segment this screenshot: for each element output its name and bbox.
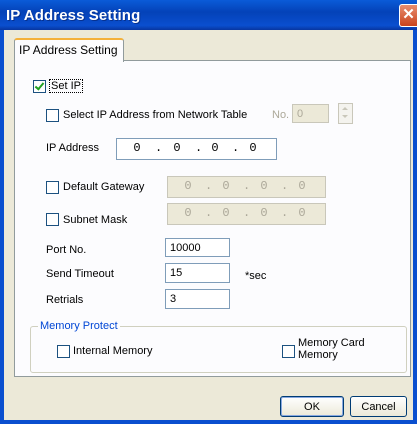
subnet-octet-1: 0 — [184, 206, 192, 220]
window-frame-bottom — [0, 420, 417, 424]
ip-octet-3: 0 — [211, 141, 219, 155]
tab-ip-address-setting[interactable]: IP Address Setting — [14, 38, 124, 62]
default-gateway-field[interactable]: 0 . 0 . 0 . 0 — [167, 176, 326, 198]
network-table-label: Select IP Address from Network Table — [63, 109, 248, 121]
gateway-octet-3: 0 — [260, 179, 268, 193]
gateway-octet-4: 0 — [298, 179, 306, 193]
port-input[interactable]: 10000 — [165, 238, 230, 257]
ip-octet-1: 0 — [133, 141, 141, 155]
internal-memory-label: Internal Memory — [73, 345, 153, 357]
close-icon[interactable]: ✕ — [399, 4, 417, 27]
subnet-octet-3: 0 — [260, 206, 268, 220]
port-label: Port No. — [46, 244, 87, 256]
internal-memory-checkbox[interactable] — [57, 345, 70, 358]
set-ip-label: Set IP — [49, 79, 83, 93]
spinner-up-icon[interactable] — [342, 107, 348, 110]
window-frame-right — [413, 30, 417, 424]
network-table-checkbox[interactable] — [46, 109, 59, 122]
subnet-mask-label: Subnet Mask — [63, 214, 128, 226]
subnet-mask-field[interactable]: 0 . 0 . 0 . 0 — [167, 203, 326, 225]
ip-address-label: IP Address — [46, 142, 99, 154]
default-gateway-checkbox[interactable] — [46, 181, 59, 194]
spinner-down-icon[interactable] — [342, 115, 348, 118]
retrials-input[interactable]: 3 — [165, 289, 230, 309]
memory-card-label-line2: Memory — [298, 349, 338, 361]
title-bar[interactable]: IP Address Setting ✕ — [0, 0, 417, 30]
send-timeout-input[interactable]: 15 — [165, 263, 230, 283]
send-timeout-label: Send Timeout — [46, 268, 114, 280]
subnet-mask-checkbox[interactable] — [46, 213, 59, 226]
memory-card-checkbox[interactable] — [282, 345, 295, 358]
ip-octet-4: 0 — [249, 141, 257, 155]
subnet-octet-2: 0 — [222, 206, 230, 220]
memory-card-label-line1: Memory Card — [298, 337, 365, 349]
window-frame-left — [0, 30, 4, 424]
memory-protect-label: Memory Protect — [38, 320, 120, 332]
ip-address-field[interactable]: 0 . 0 . 0 . 0 — [116, 138, 277, 160]
send-timeout-unit: *sec — [245, 270, 267, 282]
retrials-label: Retrials — [46, 294, 84, 306]
network-table-no-input[interactable]: 0 — [292, 104, 329, 123]
network-table-no-spinner[interactable] — [338, 103, 353, 124]
window-title: IP Address Setting — [6, 7, 141, 24]
default-gateway-label: Default Gateway — [63, 181, 145, 193]
ok-button[interactable]: OK — [280, 396, 344, 417]
gateway-octet-1: 0 — [184, 179, 192, 193]
cancel-button[interactable]: Cancel — [350, 396, 407, 417]
gateway-octet-2: 0 — [222, 179, 230, 193]
subnet-octet-4: 0 — [298, 206, 306, 220]
tab-label: IP Address Setting — [19, 43, 118, 57]
ip-octet-2: 0 — [173, 141, 181, 155]
network-table-no-label: No. — [272, 109, 290, 121]
set-ip-checkbox[interactable] — [33, 80, 46, 93]
